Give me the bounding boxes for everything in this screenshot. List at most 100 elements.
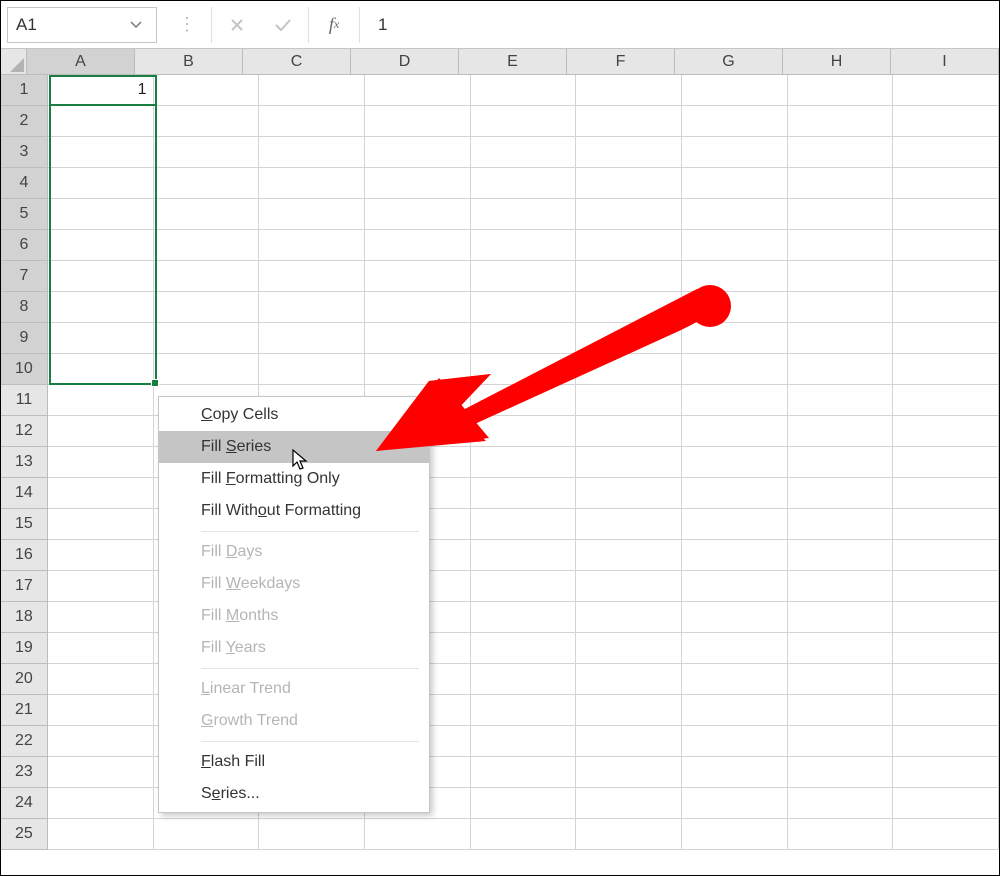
cell[interactable] — [893, 447, 999, 478]
cell[interactable] — [576, 695, 682, 726]
cell[interactable] — [893, 540, 999, 571]
cell[interactable] — [365, 75, 471, 106]
cell[interactable] — [48, 292, 154, 323]
cell[interactable] — [788, 695, 894, 726]
cell[interactable] — [154, 137, 260, 168]
cell[interactable] — [576, 664, 682, 695]
cell[interactable] — [48, 757, 154, 788]
menu-item-fill-formatting-only[interactable]: Fill Formatting Only — [159, 463, 429, 495]
cell[interactable] — [365, 137, 471, 168]
cell[interactable] — [788, 199, 894, 230]
cell[interactable] — [365, 261, 471, 292]
cell[interactable] — [48, 261, 154, 292]
column-header[interactable]: F — [567, 49, 675, 75]
cell[interactable] — [48, 199, 154, 230]
cell[interactable] — [682, 416, 788, 447]
cell[interactable] — [682, 261, 788, 292]
column-header[interactable]: G — [675, 49, 783, 75]
row-header[interactable]: 8 — [1, 292, 48, 323]
cell[interactable] — [576, 261, 682, 292]
cell[interactable] — [471, 106, 577, 137]
cell[interactable] — [154, 819, 260, 850]
cell[interactable] — [48, 230, 154, 261]
cell[interactable] — [48, 137, 154, 168]
cell[interactable] — [682, 509, 788, 540]
cell[interactable] — [788, 323, 894, 354]
cell[interactable] — [576, 106, 682, 137]
cell[interactable] — [471, 385, 577, 416]
cell[interactable] — [576, 602, 682, 633]
row-header[interactable]: 4 — [1, 168, 48, 199]
cell[interactable] — [48, 354, 154, 385]
cell[interactable] — [48, 540, 154, 571]
cell[interactable] — [259, 168, 365, 199]
cell[interactable] — [48, 819, 154, 850]
cell[interactable] — [893, 261, 999, 292]
cell[interactable] — [788, 478, 894, 509]
cell[interactable] — [471, 323, 577, 354]
cell[interactable] — [893, 354, 999, 385]
cell[interactable] — [154, 354, 260, 385]
cell[interactable] — [365, 199, 471, 230]
cell[interactable] — [788, 230, 894, 261]
cell[interactable] — [893, 695, 999, 726]
cell[interactable] — [48, 447, 154, 478]
cell[interactable] — [471, 292, 577, 323]
cell[interactable] — [893, 509, 999, 540]
cell[interactable] — [893, 292, 999, 323]
formula-input[interactable] — [368, 7, 993, 43]
cell[interactable] — [471, 199, 577, 230]
row-header[interactable]: 2 — [1, 106, 48, 137]
cell[interactable] — [682, 137, 788, 168]
cell[interactable]: 1 — [48, 75, 154, 106]
cell[interactable] — [259, 75, 365, 106]
cell[interactable] — [682, 757, 788, 788]
cell[interactable] — [576, 416, 682, 447]
cell[interactable] — [48, 571, 154, 602]
cell[interactable] — [48, 478, 154, 509]
cell[interactable] — [471, 726, 577, 757]
cell[interactable] — [576, 757, 682, 788]
cell[interactable] — [682, 292, 788, 323]
cell[interactable] — [471, 571, 577, 602]
cell[interactable] — [893, 757, 999, 788]
row-header[interactable]: 1 — [1, 75, 48, 106]
row-header[interactable]: 14 — [1, 478, 48, 509]
cell[interactable] — [576, 478, 682, 509]
cell[interactable] — [365, 168, 471, 199]
cell[interactable] — [471, 261, 577, 292]
cell[interactable] — [682, 354, 788, 385]
cell[interactable] — [682, 540, 788, 571]
cell[interactable] — [893, 75, 999, 106]
cell[interactable] — [682, 664, 788, 695]
row-header[interactable]: 9 — [1, 323, 48, 354]
cell[interactable] — [682, 168, 788, 199]
cell[interactable] — [682, 726, 788, 757]
cell[interactable] — [788, 757, 894, 788]
cell[interactable] — [788, 788, 894, 819]
cell[interactable] — [788, 447, 894, 478]
cell[interactable] — [682, 571, 788, 602]
menu-item-copy-cells[interactable]: Copy Cells — [159, 399, 429, 431]
row-header[interactable]: 12 — [1, 416, 48, 447]
cell[interactable] — [576, 726, 682, 757]
cell[interactable] — [893, 664, 999, 695]
cell[interactable] — [259, 199, 365, 230]
more-icon[interactable]: ⋮ — [163, 7, 209, 43]
row-header[interactable]: 10 — [1, 354, 48, 385]
cell[interactable] — [788, 571, 894, 602]
cell[interactable] — [682, 230, 788, 261]
cell[interactable] — [682, 75, 788, 106]
row-header[interactable]: 17 — [1, 571, 48, 602]
row-header[interactable]: 6 — [1, 230, 48, 261]
cell[interactable] — [259, 137, 365, 168]
column-header[interactable]: B — [135, 49, 243, 75]
cell[interactable] — [154, 323, 260, 354]
cell[interactable] — [788, 75, 894, 106]
cell[interactable] — [576, 788, 682, 819]
cell[interactable] — [259, 354, 365, 385]
cell[interactable] — [576, 75, 682, 106]
cell[interactable] — [48, 633, 154, 664]
cell[interactable] — [471, 819, 577, 850]
cell[interactable] — [576, 385, 682, 416]
